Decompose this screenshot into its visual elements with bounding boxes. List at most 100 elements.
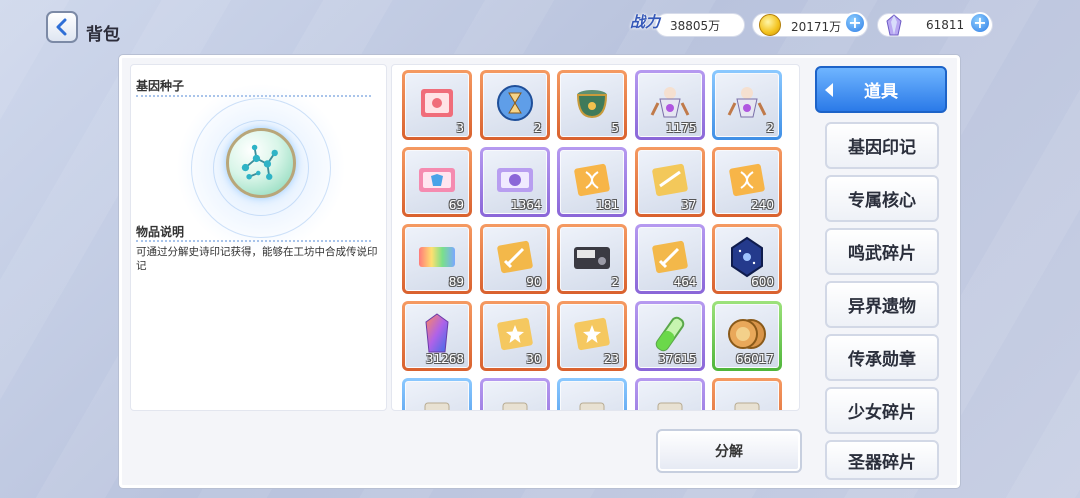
inventory-panel: 基因种子 物品说明 可通过分解史诗印记获得，能够在工坊中合成传说印记 3 2 5… — [119, 55, 960, 488]
slot-frame: 30 — [482, 304, 547, 368]
item-detail-card: 基因种子 物品说明 可通过分解史诗印记获得，能够在工坊中合成传说印记 — [130, 64, 387, 411]
coin-value: 20171万 — [791, 20, 842, 34]
add-gems-button[interactable]: + — [969, 12, 991, 34]
tab-label: 道具 — [864, 82, 898, 102]
cookie-coin-icon — [725, 312, 769, 356]
page-title: 背包 — [86, 25, 120, 45]
inventory-slot[interactable]: 1364 — [479, 147, 550, 217]
slot-frame: 181 — [560, 150, 624, 214]
tab-category-3[interactable]: 鸣武碎片 — [825, 228, 939, 275]
item-count: 89 — [448, 275, 464, 289]
gold-card-icon — [648, 158, 692, 202]
inventory-slot[interactable]: 600 — [712, 224, 782, 294]
tab-category-1[interactable]: 基因印记 — [825, 122, 939, 169]
hourglass-orb-icon — [493, 81, 537, 125]
item-count: 66017 — [735, 352, 774, 366]
inventory-slot[interactable]: 90 — [479, 224, 550, 294]
slot-frame: 66017 — [715, 304, 779, 368]
coin-icon — [759, 14, 781, 36]
gene-card-icon — [725, 158, 769, 202]
inventory-slot[interactable] — [402, 378, 472, 410]
slot-frame: 90 — [482, 227, 547, 291]
item-name: 基因种子 — [136, 79, 185, 93]
inventory-slot[interactable]: 89 — [402, 224, 472, 294]
slot-frame: 464 — [637, 227, 702, 291]
star-card-icon — [493, 312, 537, 356]
item-count: 1364 — [510, 198, 542, 212]
mecha-figure-icon — [725, 81, 769, 125]
inventory-slot[interactable]: 1175 — [634, 70, 705, 140]
slot-frame: 2 — [482, 73, 547, 137]
device-icon — [570, 235, 614, 279]
tab-category-5[interactable]: 传承勋章 — [825, 334, 939, 381]
tab-label: 异界遗物 — [848, 297, 916, 317]
tab-label: 少女碎片 — [848, 403, 916, 423]
item-count: 2 — [611, 275, 619, 289]
tab-category-6[interactable]: 少女碎片 — [825, 387, 939, 434]
inventory-slot[interactable]: 37 — [634, 147, 705, 217]
inventory-slot[interactable]: 66017 — [712, 301, 782, 371]
tab-items[interactable]: 道具 — [815, 66, 947, 113]
slot-frame: 5 — [560, 73, 624, 137]
sword-card-icon — [493, 235, 537, 279]
slot-frame: 37 — [637, 150, 702, 214]
tab-label: 圣器碎片 — [848, 452, 916, 473]
item-icon — [493, 389, 537, 410]
tab-label: 专属核心 — [848, 191, 916, 211]
inventory-slot[interactable]: 2 — [557, 224, 627, 294]
slot-frame: 2 — [560, 227, 624, 291]
inventory-slot[interactable] — [634, 378, 705, 410]
item-count: 464 — [673, 275, 697, 289]
tab-category-7[interactable]: 圣器碎片 — [825, 440, 939, 480]
gem-value: 61811 — [926, 18, 965, 32]
inventory-slot[interactable]: 2 — [712, 70, 782, 140]
inventory-slot[interactable]: 31268 — [402, 301, 472, 371]
slot-frame — [715, 381, 779, 410]
slot-frame — [637, 381, 702, 410]
inventory-slot[interactable]: 240 — [712, 147, 782, 217]
item-icon — [725, 389, 769, 410]
inventory-slot[interactable]: 2 — [479, 70, 550, 140]
rainbow-ticket-icon — [415, 235, 459, 279]
tab-label: 基因印记 — [848, 138, 916, 158]
sword-card-icon — [648, 235, 692, 279]
inventory-slot[interactable]: 37615 — [634, 301, 705, 371]
inventory-slot[interactable]: 23 — [557, 301, 627, 371]
item-grid-area[interactable]: 3 2 5 1175 2 69 1364 181 37 240 89 90 2 464 600 31268 30… — [391, 64, 800, 411]
inventory-slot[interactable] — [479, 378, 550, 410]
item-icon — [570, 389, 614, 410]
outfit-ticket-icon — [415, 158, 459, 202]
potion-tube-icon — [648, 312, 692, 356]
inventory-slot[interactable]: 5 — [557, 70, 627, 140]
slot-frame: 69 — [405, 150, 469, 214]
item-count: 30 — [526, 352, 542, 366]
inventory-slot[interactable]: 181 — [557, 147, 627, 217]
inventory-slot[interactable]: 464 — [634, 224, 705, 294]
item-count: 3 — [456, 121, 464, 135]
tab-category-2[interactable]: 专属核心 — [825, 175, 939, 222]
item-count: 181 — [596, 198, 619, 212]
slot-frame: 2 — [715, 73, 779, 137]
slot-frame — [405, 381, 469, 410]
item-count: 31268 — [425, 352, 464, 366]
ticket-icon — [415, 81, 459, 125]
item-icon — [648, 389, 692, 410]
item-count: 600 — [751, 275, 774, 289]
divider — [136, 240, 371, 242]
inventory-slot[interactable]: 30 — [479, 301, 550, 371]
plus-icon: + — [973, 13, 987, 32]
slot-frame: 3 — [405, 73, 469, 137]
add-coins-button[interactable]: + — [844, 12, 866, 34]
tab-category-4[interactable]: 异界遗物 — [825, 281, 939, 328]
back-button[interactable] — [46, 11, 78, 43]
decompose-button[interactable]: 分解 — [656, 429, 802, 473]
slot-frame: 37615 — [637, 304, 702, 368]
item-icon — [415, 389, 459, 410]
inventory-slot[interactable]: 3 — [402, 70, 472, 140]
item-count: 1175 — [665, 121, 697, 135]
item-count: 5 — [611, 121, 619, 135]
mecha-figure-icon — [648, 81, 692, 125]
inventory-slot[interactable] — [712, 378, 782, 410]
inventory-slot[interactable] — [557, 378, 627, 410]
inventory-slot[interactable]: 69 — [402, 147, 472, 217]
